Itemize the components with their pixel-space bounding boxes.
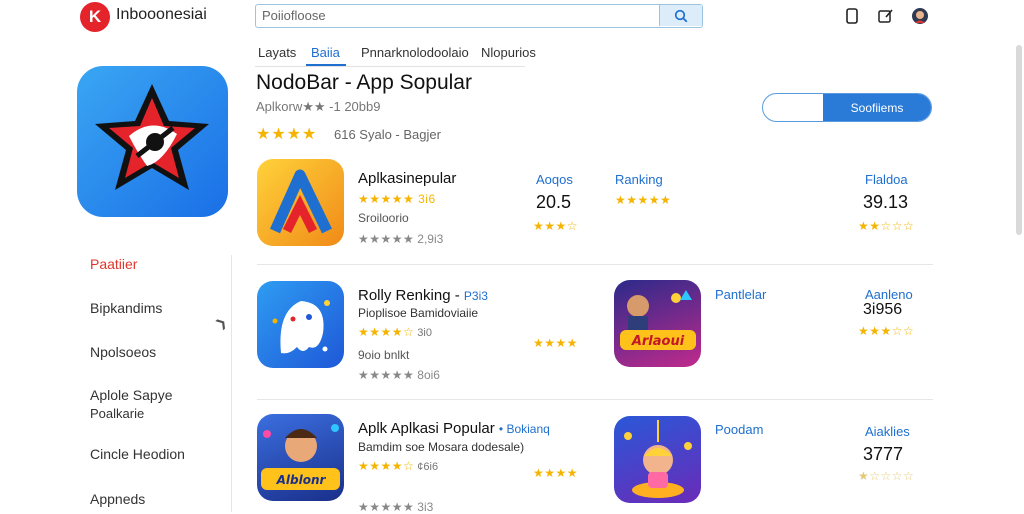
app-subtitle: Sroiloorio	[358, 211, 409, 225]
stat-value: 39.13	[863, 192, 909, 212]
search-button[interactable]	[659, 5, 702, 26]
stat-label: Aiaklies	[865, 424, 910, 439]
app-rating-stars: ★★★★★ 3i6	[358, 192, 436, 206]
tab-layats[interactable]: Layats	[258, 45, 296, 66]
game-app-icon[interactable]: Arlaoui	[614, 280, 701, 367]
ranking-label: Ranking	[615, 172, 663, 187]
profile-avatar[interactable]	[911, 7, 929, 25]
app-description: Bamdim soe Mosara dodesale)	[358, 440, 525, 454]
ranking-stars: ★★★★★	[615, 193, 672, 207]
stat-stars: ★★★★	[533, 336, 579, 350]
app-tag: P3i3	[463, 289, 488, 303]
app-name[interactable]: Aplk Aplkasi Popular • Bokianq	[358, 420, 550, 437]
featured-app-icon[interactable]	[77, 66, 228, 217]
app-review-count: ★★★★★ 2,9i3	[358, 232, 444, 246]
sidebar-divider	[231, 255, 232, 512]
scrollbar[interactable]	[1016, 45, 1022, 235]
game-character-icon: Arlaoui	[620, 290, 696, 350]
svg-text:Alblonr: Alblonr	[276, 473, 327, 487]
featured-subtitle: Aplkorw★★ -1 20bb9	[256, 99, 381, 114]
app-rating-stars: ★★★★☆ ¢6i6	[358, 459, 439, 473]
triangle-logo-icon	[269, 169, 332, 234]
app-logo[interactable]: K	[80, 2, 110, 32]
tab-baiia[interactable]: Baiia	[311, 45, 340, 66]
search-icon	[674, 9, 688, 22]
app-name[interactable]: Rolly Renking - P3i3	[358, 287, 488, 304]
sidebar-item-appneds[interactable]: Appneds	[90, 491, 145, 507]
brand-name: Inbooonesiai	[116, 6, 207, 23]
stat-stars: ★★★★	[533, 466, 579, 480]
app-subtitle: 9oio bnlkt	[358, 348, 410, 362]
avatar-game-icon: Alblonr	[261, 424, 340, 490]
stat-label: Aoqos	[536, 172, 573, 187]
edit-icon[interactable]	[877, 7, 895, 25]
game-app-icon[interactable]	[614, 416, 701, 503]
svg-text:Arlaoui: Arlaoui	[631, 334, 685, 349]
app-description: Pioplisoe Bamidoviaiie	[358, 306, 479, 320]
app-review-count: ★★★★★ 8oi6	[358, 368, 440, 382]
row-divider	[257, 264, 933, 265]
star-emblem-icon	[95, 84, 209, 190]
stat-stars: ★☆☆☆☆	[858, 469, 915, 483]
install-button[interactable]: Soofiiems	[762, 93, 932, 122]
stat-label: Flaldoa	[865, 172, 908, 187]
app-icon[interactable]	[257, 281, 344, 368]
stat-stars: ★★☆☆☆	[858, 219, 915, 233]
ghost-mascot-icon	[272, 300, 330, 354]
featured-rating-stars: ★★★★	[256, 126, 318, 143]
app-icon[interactable]	[257, 159, 344, 246]
install-button-label: Soofiiems	[823, 94, 931, 121]
tab-nlopurios[interactable]: Nlopurios	[481, 45, 536, 66]
cartoon-character-icon	[624, 420, 692, 498]
stat-stars: ★★★☆☆	[858, 324, 915, 338]
sidebar-item-bipkandims[interactable]: Bipkandims	[90, 300, 162, 316]
featured-meta: 616 Syalo - Bagjer	[334, 127, 441, 142]
collapse-chevron-icon[interactable]: ❯	[213, 314, 230, 331]
search-input[interactable]: Poiiofloose	[262, 8, 326, 23]
stat-label: Aanleno	[865, 287, 913, 302]
stat-value: 3i956	[863, 301, 903, 318]
search-bar[interactable]: Poiiofloose	[255, 4, 703, 28]
stat-stars: ★★★☆	[533, 219, 579, 233]
row-divider	[257, 399, 933, 400]
app-rating-stars: ★★★★☆ 3i0	[358, 325, 432, 339]
phone-icon[interactable]	[843, 7, 861, 25]
sidebar-item-cincle-heodion[interactable]: Cincle Heodion	[90, 446, 185, 462]
stat-value: 20.5	[536, 192, 572, 212]
tab-pnnarknolodoolaio[interactable]: Pnnarknolodoolaio	[361, 45, 469, 66]
sidebar-item-poalkarie[interactable]: Poalkarie	[90, 406, 144, 421]
app-name[interactable]: Aplkasinepular	[358, 170, 456, 187]
sidebar-item-aplole-sapye[interactable]: Aplole Sapye	[90, 387, 173, 403]
app-icon[interactable]: Alblonr	[257, 414, 344, 501]
app-tag: • Bokianq	[498, 422, 550, 436]
sidebar-item-paatiier[interactable]: Paatiier	[90, 256, 137, 272]
stat-value: 3777	[863, 444, 904, 464]
stat-label: Pantlelar	[715, 287, 767, 302]
page-title: NodoBar - App Sopular	[256, 71, 472, 94]
tab-divider	[255, 66, 525, 67]
sidebar-item-npolsoeos[interactable]: Npolsoeos	[90, 344, 156, 360]
stat-label: Poodam	[715, 422, 764, 437]
active-tab-indicator	[306, 64, 346, 66]
